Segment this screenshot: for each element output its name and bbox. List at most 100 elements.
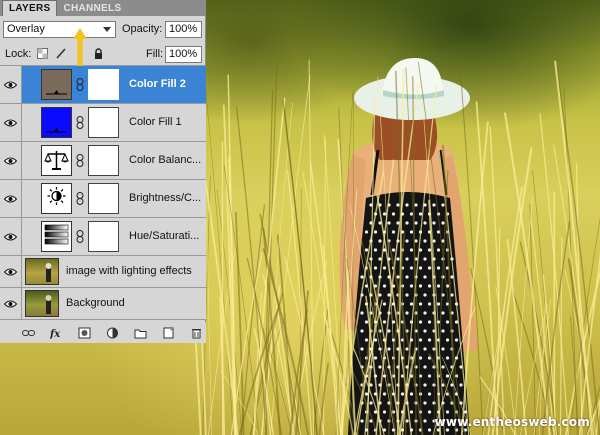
dress-dot (441, 311, 445, 315)
link-chain-icon[interactable] (76, 230, 84, 243)
adjustment-thumbnail[interactable] (41, 183, 72, 214)
eye-icon (4, 119, 17, 126)
fill-slider-icon (46, 128, 67, 133)
link-chain-icon[interactable] (76, 78, 84, 91)
eye-icon (4, 268, 17, 275)
lock-all-icon[interactable] (93, 48, 104, 59)
image-thumbnail[interactable] (25, 290, 59, 317)
dress-dot (382, 392, 387, 396)
layer-mask-thumbnail[interactable] (88, 107, 119, 138)
blend-mode-select[interactable]: Overlay (3, 21, 116, 38)
dress-dot (387, 221, 391, 225)
dress-dot (427, 338, 432, 342)
dress-dot (454, 320, 459, 324)
dress-dot (360, 419, 364, 423)
dress-dot (427, 248, 432, 252)
layer-row-color-fill-1[interactable]: Color Fill 1 (0, 104, 206, 142)
tab-channels[interactable]: CHANNELS (57, 1, 127, 16)
tab-layers[interactable]: LAYERS (2, 0, 58, 16)
color-fill-thumbnail[interactable] (41, 107, 72, 138)
layer-mask-thumbnail[interactable] (88, 69, 119, 100)
lock-transparency-icon[interactable] (37, 48, 48, 59)
new-layer-icon[interactable] (162, 327, 175, 339)
dress-dot (373, 266, 378, 270)
svg-text:fx: fx (50, 329, 61, 339)
dress-dot (418, 284, 423, 288)
lock-pixels-brush-icon[interactable] (55, 48, 66, 59)
visibility-toggle[interactable] (0, 142, 22, 179)
fill-input[interactable]: 100% (165, 46, 202, 63)
dress-dot (441, 365, 445, 369)
lock-row: Lock: Fill: 100% (0, 43, 206, 66)
dress-dot (445, 338, 450, 342)
dress-dot (418, 338, 423, 342)
layer-row-image-lighting[interactable]: image with lighting effects (0, 256, 206, 288)
opacity-label: Opacity: (122, 23, 163, 35)
folder-icon[interactable] (134, 327, 147, 339)
layer-mask-thumbnail[interactable] (88, 221, 119, 252)
adjustment-thumbnail[interactable] (41, 221, 72, 252)
dress-dot (423, 401, 427, 405)
mask-icon[interactable] (78, 327, 91, 339)
dress-dot (441, 221, 445, 225)
link-icon[interactable] (22, 327, 35, 339)
grass-blade (529, 203, 536, 435)
layer-row-brightness-contrast[interactable]: Brightness/C... (0, 180, 206, 218)
dress-dot (360, 329, 364, 333)
layer-row-hue-saturation[interactable]: Hue/Saturati... (0, 218, 206, 256)
dress-dot (405, 203, 409, 207)
dress-dot (445, 320, 450, 324)
dress-dot (409, 392, 414, 396)
trash-icon[interactable] (190, 327, 203, 339)
layer-row-background[interactable]: Background (0, 288, 206, 320)
adjustment-icon[interactable] (106, 327, 119, 339)
dress-dot (423, 419, 427, 423)
visibility-toggle[interactable] (0, 66, 22, 103)
link-chain-icon[interactable] (76, 116, 84, 129)
color-fill-thumbnail[interactable] (41, 69, 72, 100)
fill-slider-icon (46, 90, 67, 95)
visibility-toggle[interactable] (0, 180, 22, 217)
visibility-toggle[interactable] (0, 218, 22, 255)
dress-dot (405, 221, 409, 225)
link-chain-icon[interactable] (76, 154, 84, 167)
image-thumbnail[interactable] (25, 258, 59, 285)
eye-icon (4, 233, 17, 240)
opacity-input[interactable]: 100% (165, 21, 202, 38)
layer-row-color-fill-2[interactable]: Color Fill 2 (0, 66, 206, 104)
grass-blade (322, 244, 339, 435)
dress-dot (423, 383, 427, 387)
chevron-down-icon (103, 27, 111, 32)
dress-dot (414, 203, 418, 207)
visibility-toggle[interactable] (0, 104, 22, 141)
dress-dot (441, 329, 445, 333)
layer-mask-thumbnail[interactable] (88, 183, 119, 214)
layer-name: Background (66, 297, 125, 309)
link-chain-icon[interactable] (76, 192, 84, 205)
dress-dot (423, 221, 427, 225)
eye-icon (4, 195, 17, 202)
grass-blade (529, 210, 555, 435)
dress-dot (423, 257, 427, 261)
layer-row-color-balance[interactable]: Color Balanc... (0, 142, 206, 180)
grass-blade (235, 106, 268, 435)
visibility-toggle[interactable] (0, 256, 22, 287)
dress-dot (364, 338, 369, 342)
dress-dot (427, 410, 432, 414)
dress-dot (459, 383, 463, 387)
visibility-toggle[interactable] (0, 288, 22, 319)
scales-icon (44, 151, 69, 170)
dress-dot (432, 221, 436, 225)
fx-icon[interactable]: fx (50, 327, 63, 339)
dress-dot (382, 284, 387, 288)
dress-dot (369, 401, 373, 405)
dress-dot (382, 320, 387, 324)
adjustment-thumbnail[interactable] (41, 145, 72, 176)
dress-dot (423, 275, 427, 279)
layer-mask-thumbnail[interactable] (88, 145, 119, 176)
dress-dot (405, 239, 409, 243)
dress-dot (364, 230, 369, 234)
dress-dot (423, 311, 427, 315)
dress-dot (427, 392, 432, 396)
dress-dot (418, 320, 423, 324)
